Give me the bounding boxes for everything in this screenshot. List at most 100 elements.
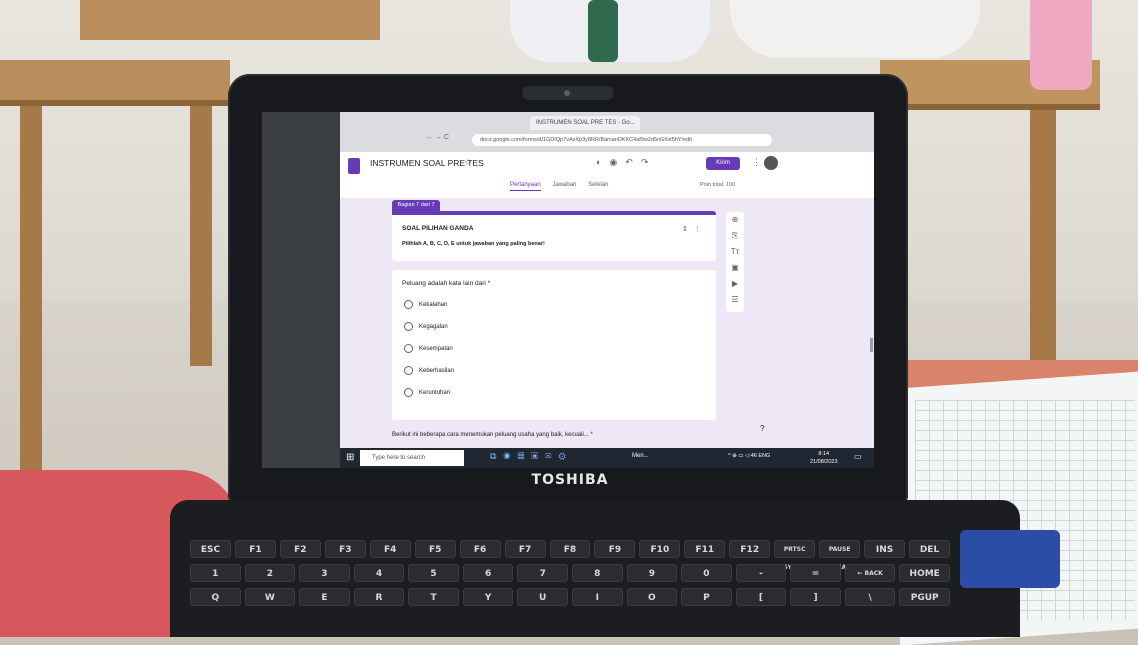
section-title: SOAL PILIHAN GANDA [402, 225, 474, 232]
keyboard-key[interactable]: R [353, 588, 405, 606]
taskbar-apps-icon[interactable]: ⧉◉▦▣✉⚙ [490, 451, 573, 462]
image-icon[interactable]: ▣ [726, 260, 744, 276]
question-card[interactable]: Peluang adalah kata lain dari * Kekalaha… [392, 270, 716, 420]
keyboard-key[interactable]: 6 [462, 564, 514, 582]
keyboard-key[interactable]: F3 [324, 540, 366, 558]
keyboard-key[interactable]: PAUSE BREAK [819, 540, 861, 571]
import-icon[interactable]: ⎘ [726, 228, 744, 244]
keyboard-key[interactable]: PGUP [899, 588, 950, 606]
keyboard-key[interactable]: [ [735, 588, 787, 606]
keyboard-key[interactable]: F9 [594, 540, 636, 558]
add-question-icon[interactable]: ⊕ [726, 212, 744, 228]
keyboard-key[interactable]: 5 [408, 564, 459, 582]
section-tag: Bagian 7 dari 7 [392, 200, 440, 211]
taskbar-app-label[interactable]: Men... [632, 453, 649, 459]
taskbar-search-input[interactable]: Type here to search [360, 450, 464, 466]
keyboard-key[interactable]: 0 [681, 564, 732, 582]
keyboard-key[interactable]: 3 [299, 564, 350, 582]
keyboard-key[interactable]: W [244, 588, 296, 606]
side-toolbar: ⊕ ⎘ Tт ▣ ▶ ☰ [726, 212, 744, 312]
option-item[interactable]: Keberhasilan [404, 366, 454, 375]
keyboard-key[interactable]: F12 [729, 540, 771, 558]
tab-setelan[interactable]: Setelan [588, 182, 608, 188]
keyboard-key[interactable]: Y [462, 588, 514, 606]
scrollbar[interactable] [870, 338, 873, 352]
keyboard-key[interactable]: PRTSC SYSRQ [774, 540, 816, 571]
keyboard-key[interactable]: P [681, 588, 732, 606]
radio-icon[interactable] [404, 322, 413, 331]
keyboard-key[interactable]: F6 [459, 540, 501, 558]
option-item[interactable]: Kegagalan [404, 322, 448, 331]
radio-icon[interactable] [404, 366, 413, 375]
notification-icon[interactable]: ▭ [854, 452, 862, 461]
keyboard-key[interactable]: F2 [279, 540, 321, 558]
radio-icon[interactable] [404, 388, 413, 397]
keyboard-key[interactable]: 9 [626, 564, 678, 582]
taskbar-clock[interactable]: 8:14 21/08/2023 [810, 450, 838, 466]
keyboard-key[interactable]: DEL [909, 540, 950, 558]
keyboard-key[interactable]: F8 [549, 540, 591, 558]
eye-icon[interactable]: ◉ [609, 157, 625, 167]
option-item[interactable]: Kekalahan [404, 300, 447, 309]
keyboard-key[interactable]: 8 [572, 564, 623, 582]
undo-icon[interactable]: ↶ [625, 157, 641, 167]
keyboard-key[interactable]: F1 [234, 540, 276, 558]
help-icon[interactable]: ? [760, 424, 764, 433]
palette-icon[interactable]: ◐ [596, 157, 609, 167]
avatar[interactable] [764, 156, 778, 170]
keyboard-key[interactable]: INS [864, 540, 906, 558]
browser-tab[interactable]: INSTRUMEN SOAL PRE TES - Go... [530, 116, 640, 130]
keyboard-key[interactable]: ESC [190, 540, 231, 558]
keyboard-key[interactable]: ← BACK SPACE [844, 564, 896, 595]
redo-icon[interactable]: ↷ [641, 157, 657, 167]
keyboard-key[interactable]: F5 [414, 540, 456, 558]
more-icon[interactable]: ⋮ [752, 157, 761, 168]
address-bar[interactable]: docs.google.com/forms/d/1GDIQp7vAsXp3y8R… [472, 134, 772, 146]
keyboard-key[interactable]: HOME [899, 564, 950, 582]
nav-arrows-icon[interactable]: ← → C [426, 134, 449, 141]
keyboard-key[interactable]: = [790, 564, 841, 582]
keyboard-key[interactable]: \ [844, 588, 896, 606]
keyboard: ESCF1F2F3F4F5F6F7F8F9F10F11F12PRTSC SYSR… [190, 540, 970, 637]
section-controls-icon[interactable]: ⇕⋮ [682, 225, 707, 233]
forms-logo-icon [348, 158, 360, 174]
section-icon[interactable]: ☰ [726, 292, 744, 308]
left-desk [0, 60, 245, 486]
system-tray[interactable]: ^ ⊕ ▭ ◁ 46 ENG [728, 453, 770, 459]
tab-jawaban[interactable]: Jawaban [552, 182, 576, 188]
keyboard-key[interactable]: O [626, 588, 678, 606]
keyboard-key[interactable]: F11 [684, 540, 726, 558]
keyboard-key[interactable]: E [299, 588, 350, 606]
option-item[interactable]: Keruntuhan [404, 388, 450, 397]
keyboard-key[interactable]: F4 [369, 540, 411, 558]
keyboard-key[interactable]: 2 [244, 564, 296, 582]
title-text-icon[interactable]: Tт [726, 244, 744, 260]
keyboard-key[interactable]: U [517, 588, 568, 606]
option-item[interactable]: Kesempatan [404, 344, 453, 353]
webcam-icon [564, 90, 570, 96]
windows-icon[interactable]: ⊞ [346, 452, 354, 463]
form-tabs: Pertanyaan Jawaban Setelan [510, 182, 618, 191]
keyboard-key[interactable]: F7 [504, 540, 546, 558]
tab-pertanyaan[interactable]: Pertanyaan [510, 182, 541, 191]
section-header-card[interactable]: SOAL PILIHAN GANDA Pilihlah A, B, C, D, … [392, 211, 716, 261]
keyboard-key[interactable]: T [408, 588, 459, 606]
send-button[interactable]: Kirim [706, 157, 740, 170]
back-desk [80, 0, 380, 40]
keyboard-key[interactable]: I [572, 588, 623, 606]
laptop-brand-logo: TOSHIBA [531, 472, 609, 488]
keyboard-key[interactable]: 1 [190, 564, 241, 582]
star-icon[interactable]: ☆ [464, 157, 472, 168]
laptop-screen: INSTRUMEN SOAL PRE TES - Go... ← → C doc… [262, 112, 874, 468]
radio-icon[interactable] [404, 344, 413, 353]
keyboard-key[interactable]: ] [790, 588, 841, 606]
video-icon[interactable]: ▶ [726, 276, 744, 292]
keyboard-key[interactable]: Q [190, 588, 241, 606]
keyboard-key[interactable]: F10 [639, 540, 681, 558]
header-tools-icon[interactable]: ◐◉↶↷ [596, 157, 656, 168]
keyboard-key[interactable]: 7 [517, 564, 568, 582]
keyboard-key[interactable]: - [735, 564, 787, 582]
radio-icon[interactable] [404, 300, 413, 309]
right-desk [880, 60, 1100, 370]
keyboard-key[interactable]: 4 [353, 564, 405, 582]
